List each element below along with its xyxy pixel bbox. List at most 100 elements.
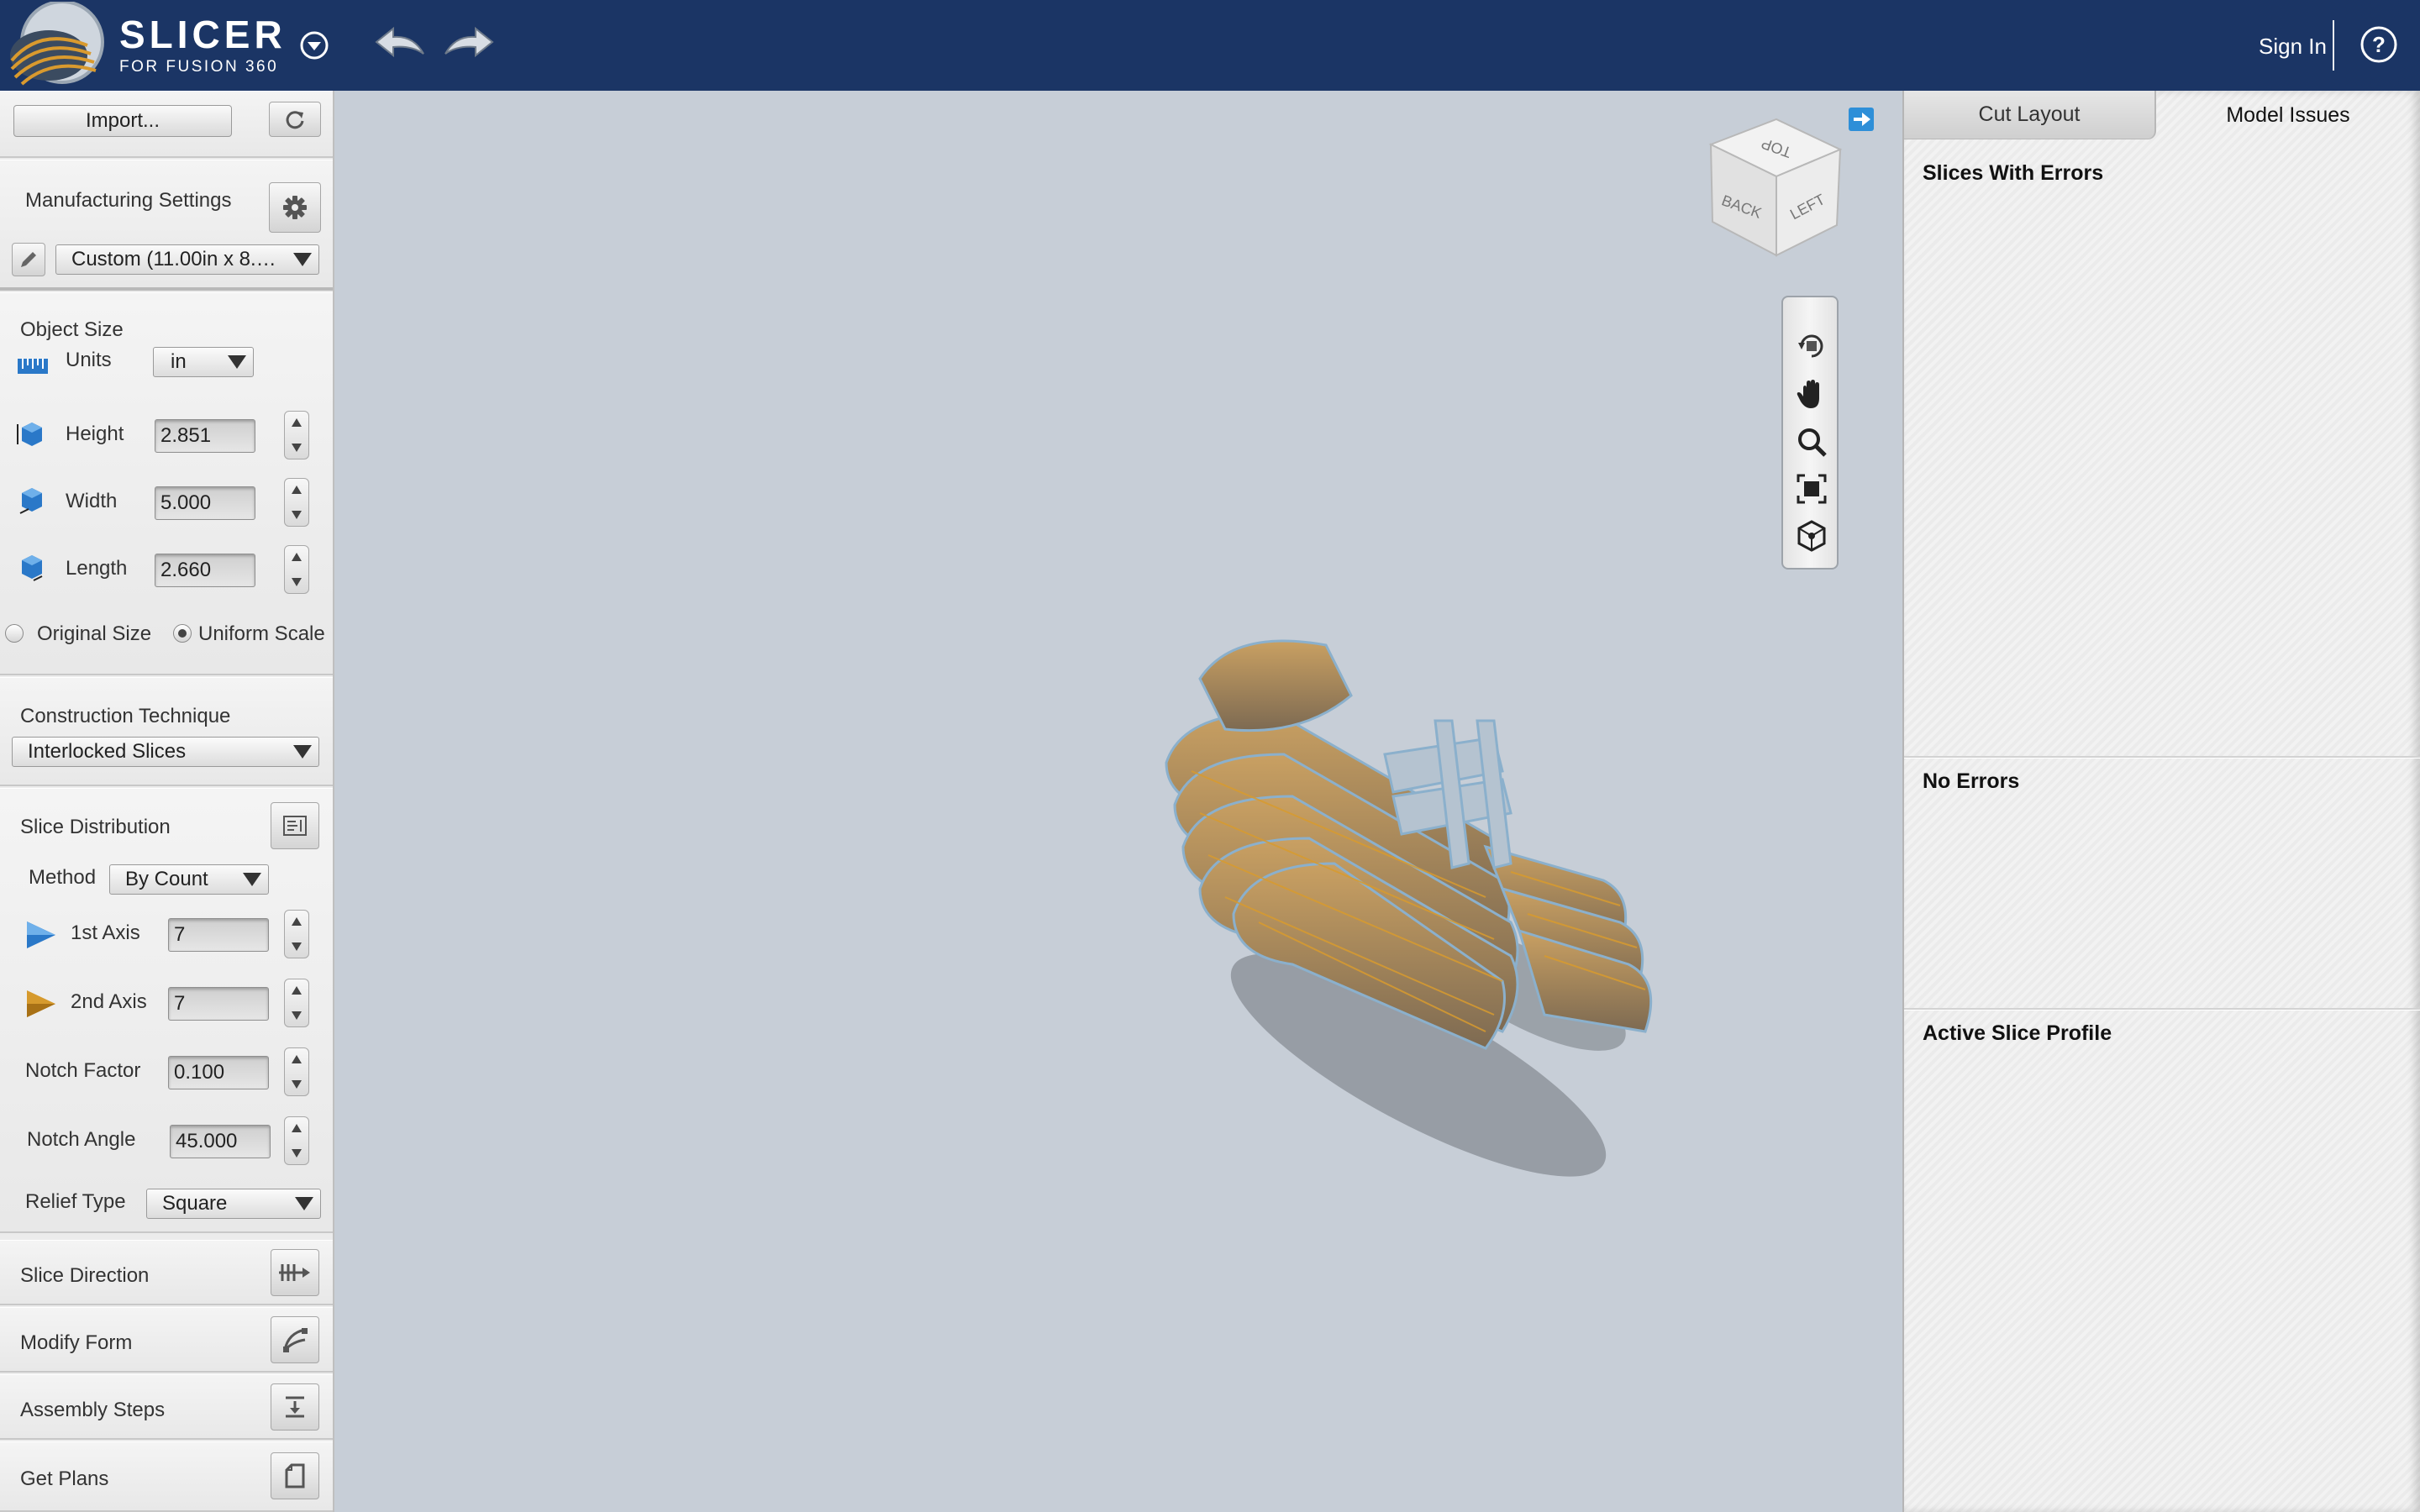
topbar-divider xyxy=(2333,20,2334,71)
uniform-scale-radio[interactable] xyxy=(173,624,192,643)
axis2-field[interactable]: 7 xyxy=(168,987,269,1021)
construction-select[interactable]: Interlocked Slices xyxy=(12,737,319,767)
width-field[interactable]: 5.000 xyxy=(155,486,255,520)
units-select[interactable]: in xyxy=(153,347,254,377)
no-errors-heading: No Errors xyxy=(1923,769,2020,793)
axis1-stepper[interactable] xyxy=(284,910,309,958)
pan-icon[interactable] xyxy=(1795,378,1828,412)
undo-icon[interactable] xyxy=(373,24,427,60)
height-label: Height xyxy=(66,423,124,445)
panel-divider[interactable] xyxy=(1904,756,2420,759)
panel-divider[interactable] xyxy=(1904,1008,2420,1011)
chevron-down-icon xyxy=(293,253,312,266)
menu-caret-icon[interactable] xyxy=(299,30,329,60)
get-plans-button[interactable] xyxy=(271,1452,319,1499)
method-select[interactable]: By Count xyxy=(109,864,269,895)
height-icon xyxy=(17,423,42,446)
active-slice-profile-heading: Active Slice Profile xyxy=(1923,1021,2112,1045)
slicer-logo xyxy=(10,2,104,86)
slice-direction-section[interactable]: Slice Direction xyxy=(0,1240,333,1305)
assembly-steps-section[interactable]: Assembly Steps xyxy=(0,1374,333,1440)
slice-direction-label: Slice Direction xyxy=(20,1264,150,1287)
expand-icon xyxy=(1854,113,1870,126)
assembly-steps-label: Assembly Steps xyxy=(20,1399,166,1421)
slices-with-errors-heading: Slices With Errors xyxy=(1923,161,2104,185)
chevron-down-icon xyxy=(293,745,312,759)
notch-factor-stepper[interactable] xyxy=(284,1047,309,1096)
axis1-icon xyxy=(27,921,55,948)
get-plans-label: Get Plans xyxy=(20,1467,109,1490)
help-icon[interactable]: ? xyxy=(2360,25,2398,64)
notch-angle-field[interactable]: 45.000 xyxy=(170,1125,271,1158)
navigation-bar xyxy=(1781,296,1839,570)
notch-factor-field[interactable]: 0.100 xyxy=(168,1056,269,1089)
modify-form-section[interactable]: Modify Form xyxy=(0,1307,333,1373)
tab-model-issues[interactable]: Model Issues xyxy=(2156,91,2420,139)
preset-select[interactable]: Custom (11.00in x 8.… xyxy=(55,244,319,275)
construction-value: Interlocked Slices xyxy=(28,740,187,763)
original-size-label: Original Size xyxy=(37,622,152,645)
list-icon xyxy=(283,816,307,836)
zoom-icon[interactable] xyxy=(1795,425,1828,459)
method-value: By Count xyxy=(125,868,208,890)
axis2-stepper[interactable] xyxy=(284,979,309,1027)
units-label: Units xyxy=(66,349,112,371)
axis1-field[interactable]: 7 xyxy=(168,918,269,952)
ruler-icon xyxy=(18,359,48,374)
notch-angle-stepper[interactable] xyxy=(284,1116,309,1165)
plans-icon xyxy=(285,1463,305,1488)
home-view-icon[interactable] xyxy=(1795,519,1828,553)
refresh-button[interactable] xyxy=(269,102,321,137)
method-label: Method xyxy=(29,866,97,889)
redo-icon[interactable] xyxy=(442,24,496,60)
notch-factor-label: Notch Factor xyxy=(25,1059,141,1082)
notch-angle-label: Notch Angle xyxy=(27,1128,136,1151)
sliced-3d-model[interactable] xyxy=(1133,595,1738,1216)
units-value: in xyxy=(171,350,187,373)
left-panel: Import... Manufacturing Settings Custom … xyxy=(0,91,334,1512)
length-stepper[interactable] xyxy=(284,545,309,594)
modify-form-icon xyxy=(283,1328,308,1352)
axis2-icon xyxy=(27,990,55,1017)
app-subtitle: FOR FUSION 360 xyxy=(119,58,279,76)
chevron-down-icon xyxy=(243,873,261,886)
view-cube[interactable]: TOP BACK LEFT xyxy=(1702,116,1845,259)
slice-distribution-title: Slice Distribution xyxy=(20,816,171,838)
height-stepper[interactable] xyxy=(284,411,309,459)
modify-form-button[interactable] xyxy=(271,1316,319,1363)
relief-type-select[interactable]: Square xyxy=(146,1189,321,1219)
app-title: SLICER xyxy=(119,13,287,56)
width-stepper[interactable] xyxy=(284,478,309,527)
uniform-scale-label: Uniform Scale xyxy=(198,622,325,645)
top-bar: SLICER FOR FUSION 360 Sign In ? xyxy=(0,0,2420,91)
import-section: Import... xyxy=(0,91,333,158)
manufacturing-section: Manufacturing Settings Custom (11.00in x… xyxy=(0,160,333,291)
width-icon xyxy=(19,488,42,514)
brand: SLICER FOR FUSION 360 xyxy=(119,13,287,77)
construction-section: Construction Technique Interlocked Slice… xyxy=(0,677,333,786)
preset-value: Custom (11.00in x 8.… xyxy=(71,248,276,270)
length-label: Length xyxy=(66,557,128,580)
orbit-icon[interactable] xyxy=(1795,329,1828,363)
get-plans-section[interactable]: Get Plans xyxy=(0,1441,333,1512)
sign-in-link[interactable]: Sign In xyxy=(2259,34,2327,60)
assembly-steps-button[interactable] xyxy=(271,1383,319,1431)
assembly-icon xyxy=(286,1396,304,1418)
settings-button[interactable] xyxy=(269,182,321,233)
original-size-radio[interactable] xyxy=(5,624,24,643)
import-button[interactable]: Import... xyxy=(13,105,232,137)
gear-icon xyxy=(283,196,307,219)
distribution-list-button[interactable] xyxy=(271,802,319,849)
slice-direction-icon xyxy=(279,1264,310,1281)
object-size-section: Object Size Units in Height 2.851 Width … xyxy=(0,292,333,675)
3d-viewport[interactable]: TOP BACK LEFT xyxy=(334,91,1902,1512)
manufacturing-title: Manufacturing Settings xyxy=(25,189,232,212)
right-panel: Cut Layout Model Issues Slices With Erro… xyxy=(1902,91,2420,1512)
height-field[interactable]: 2.851 xyxy=(155,419,255,453)
fit-icon[interactable] xyxy=(1795,472,1828,506)
slice-direction-button[interactable] xyxy=(271,1249,319,1296)
tab-cut-layout[interactable]: Cut Layout xyxy=(1904,91,2156,139)
expand-button[interactable] xyxy=(1849,108,1874,131)
length-field[interactable]: 2.660 xyxy=(155,554,255,587)
edit-preset-button[interactable] xyxy=(12,243,45,276)
